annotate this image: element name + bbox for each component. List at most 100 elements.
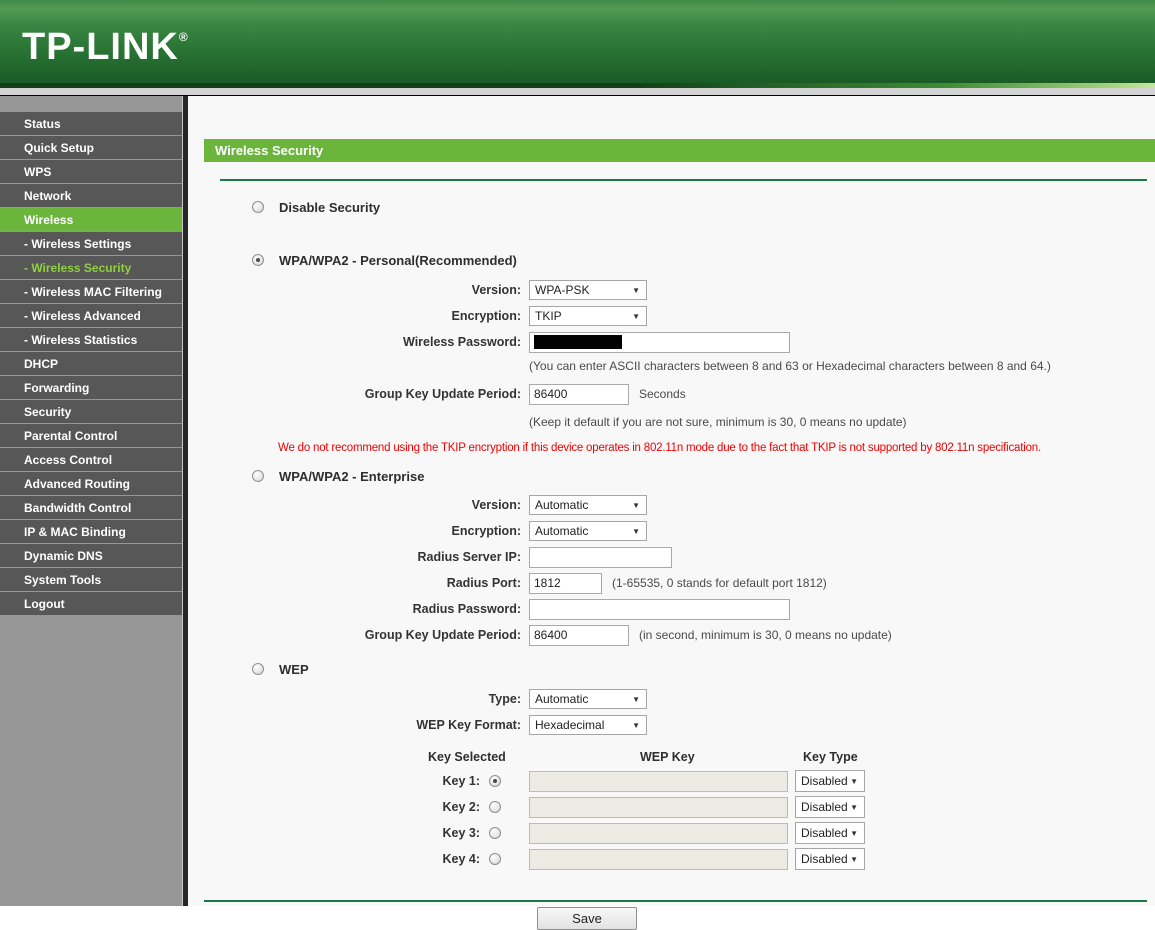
personal-encryption-row: Encryption: TKIP ▼ [188,303,1155,329]
sidebar-item-advanced-routing[interactable]: Advanced Routing [0,472,182,495]
sidebar-item-quick-setup[interactable]: Quick Setup [0,136,182,159]
sidebar-item-parental-control[interactable]: Parental Control [0,424,182,447]
wep-label: WEP [279,661,309,677]
enterprise-version-row: Version: Automatic ▼ [188,492,1155,518]
sidebar-item-network[interactable]: Network [0,184,182,207]
wep-key1-row: Key 1: Disabled ▼ [188,768,1155,794]
key3-type-select[interactable]: Disabled ▼ [795,822,865,844]
wireless-password-row: Wireless Password: [188,329,1155,355]
wep-type-label: Type: [488,692,521,706]
wpa-enterprise-row: WPA/WPA2 - Enterprise [188,468,1155,484]
radius-port-input[interactable]: 1812 [529,572,602,594]
key4-type-select[interactable]: Disabled ▼ [795,848,865,870]
enterprise-version-label: Version: [471,498,521,512]
sidebar-item-bandwidth-control[interactable]: Bandwidth Control [0,496,182,519]
enterprise-encryption-row: Encryption: Automatic ▼ [188,518,1155,544]
radius-port-label: Radius Port: [446,576,521,590]
radius-ip-label: Radius Server IP: [417,550,521,564]
personal-encryption-select[interactable]: TKIP ▼ [529,306,647,326]
wep-radio[interactable] [252,663,264,675]
sidebar-item-wireless-mac-filtering[interactable]: - Wireless MAC Filtering [0,280,182,303]
dropdown-arrow-icon: ▼ [632,311,640,321]
disable-security-row: Disable Security [188,199,1155,215]
enterprise-encryption-label: Encryption: [451,524,521,538]
sidebar-item-status[interactable]: Status [0,112,182,135]
sidebar-item-wireless-advanced[interactable]: - Wireless Advanced [0,304,182,327]
sidebar-item-logout[interactable]: Logout [0,592,182,615]
sidebar-item-security[interactable]: Security [0,400,182,423]
radius-password-row: Radius Password: [188,596,1155,622]
personal-version-label: Version: [471,283,521,297]
radius-ip-row: Radius Server IP: [188,544,1155,570]
radius-password-input[interactable] [529,598,790,620]
gkup-note-row: (Keep it default if you are not sure, mi… [188,411,1155,433]
wep-type-row: Type: Automatic ▼ [188,686,1155,712]
sidebar-nav: Status Quick Setup WPS Network Wireless … [0,96,182,906]
main-content: Wireless Security Disable Security WPA/W… [188,96,1155,930]
wireless-password-input[interactable] [529,331,790,353]
personal-encryption-label: Encryption: [451,309,521,323]
sidebar-item-access-control[interactable]: Access Control [0,448,182,471]
key2-input[interactable] [529,796,788,818]
sidebar-item-dynamic-dns[interactable]: Dynamic DNS [0,544,182,567]
personal-gkup-row: Group Key Update Period: 86400 Seconds [188,381,1155,407]
wep-format-label: WEP Key Format: [416,718,521,732]
key1-input[interactable] [529,770,788,792]
wep-format-row: WEP Key Format: Hexadecimal ▼ [188,712,1155,738]
dropdown-arrow-icon: ▼ [850,828,858,838]
wpa-enterprise-radio[interactable] [252,470,264,482]
enterprise-gkup-input[interactable]: 86400 [529,624,629,646]
key1-radio[interactable] [489,775,501,787]
tplink-logo: TP-LINK® [22,26,188,68]
col-wep-key: WEP Key [640,750,695,764]
sidebar-item-forwarding[interactable]: Forwarding [0,376,182,399]
enterprise-gkup-label: Group Key Update Period: [364,628,521,642]
radius-ip-input[interactable] [529,546,672,568]
wpa-personal-radio[interactable] [252,254,264,266]
wpa-enterprise-label: WPA/WPA2 - Enterprise [279,468,425,484]
seconds-unit-label: Seconds [639,387,686,401]
wireless-password-label: Wireless Password: [403,335,521,349]
key4-label: Key 4: [442,852,480,866]
personal-version-select[interactable]: WPA-PSK ▼ [529,280,647,300]
key3-label: Key 3: [442,826,480,840]
disable-security-label: Disable Security [279,199,381,215]
sidebar-item-wireless-settings[interactable]: - Wireless Settings [0,232,182,255]
enterprise-version-select[interactable]: Automatic ▼ [529,495,647,515]
wep-row: WEP [188,661,1155,677]
registered-trademark: ® [178,30,188,44]
dropdown-arrow-icon: ▼ [850,854,858,864]
dropdown-arrow-icon: ▼ [850,802,858,812]
wep-type-select[interactable]: Automatic ▼ [529,689,647,709]
key1-type-select[interactable]: Disabled ▼ [795,770,865,792]
key2-radio[interactable] [489,801,501,813]
key4-radio[interactable] [489,853,501,865]
wep-format-select[interactable]: Hexadecimal ▼ [529,715,647,735]
key2-type-select[interactable]: Disabled ▼ [795,796,865,818]
tkip-warning-text: We do not recommend using the TKIP encry… [278,442,1041,454]
sidebar-item-wireless-security[interactable]: - Wireless Security [0,256,182,279]
sidebar-item-wireless[interactable]: Wireless [0,208,182,231]
enterprise-encryption-select[interactable]: Automatic ▼ [529,521,647,541]
sidebar-item-wireless-statistics[interactable]: - Wireless Statistics [0,328,182,351]
disable-security-radio[interactable] [252,201,264,213]
dropdown-arrow-icon: ▼ [632,285,640,295]
section-rule-top [220,179,1147,181]
sidebar-item-ip-mac-binding[interactable]: IP & MAC Binding [0,520,182,543]
personal-gkup-input[interactable]: 86400 [529,383,629,405]
sidebar-item-dhcp[interactable]: DHCP [0,352,182,375]
key3-input[interactable] [529,822,788,844]
header-divider-strip [0,88,1155,96]
header-banner: TP-LINK® [0,0,1155,88]
sidebar-item-wps[interactable]: WPS [0,160,182,183]
section-rule-bottom [204,900,1147,902]
key3-radio[interactable] [489,827,501,839]
save-button[interactable]: Save [537,907,637,930]
personal-version-row: Version: WPA-PSK ▼ [188,277,1155,303]
sidebar-item-system-tools[interactable]: System Tools [0,568,182,591]
key4-input[interactable] [529,848,788,870]
key1-label: Key 1: [442,774,480,788]
password-note-row: (You can enter ASCII characters between … [188,355,1155,377]
wpa-personal-label: WPA/WPA2 - Personal(Recommended) [279,252,517,268]
